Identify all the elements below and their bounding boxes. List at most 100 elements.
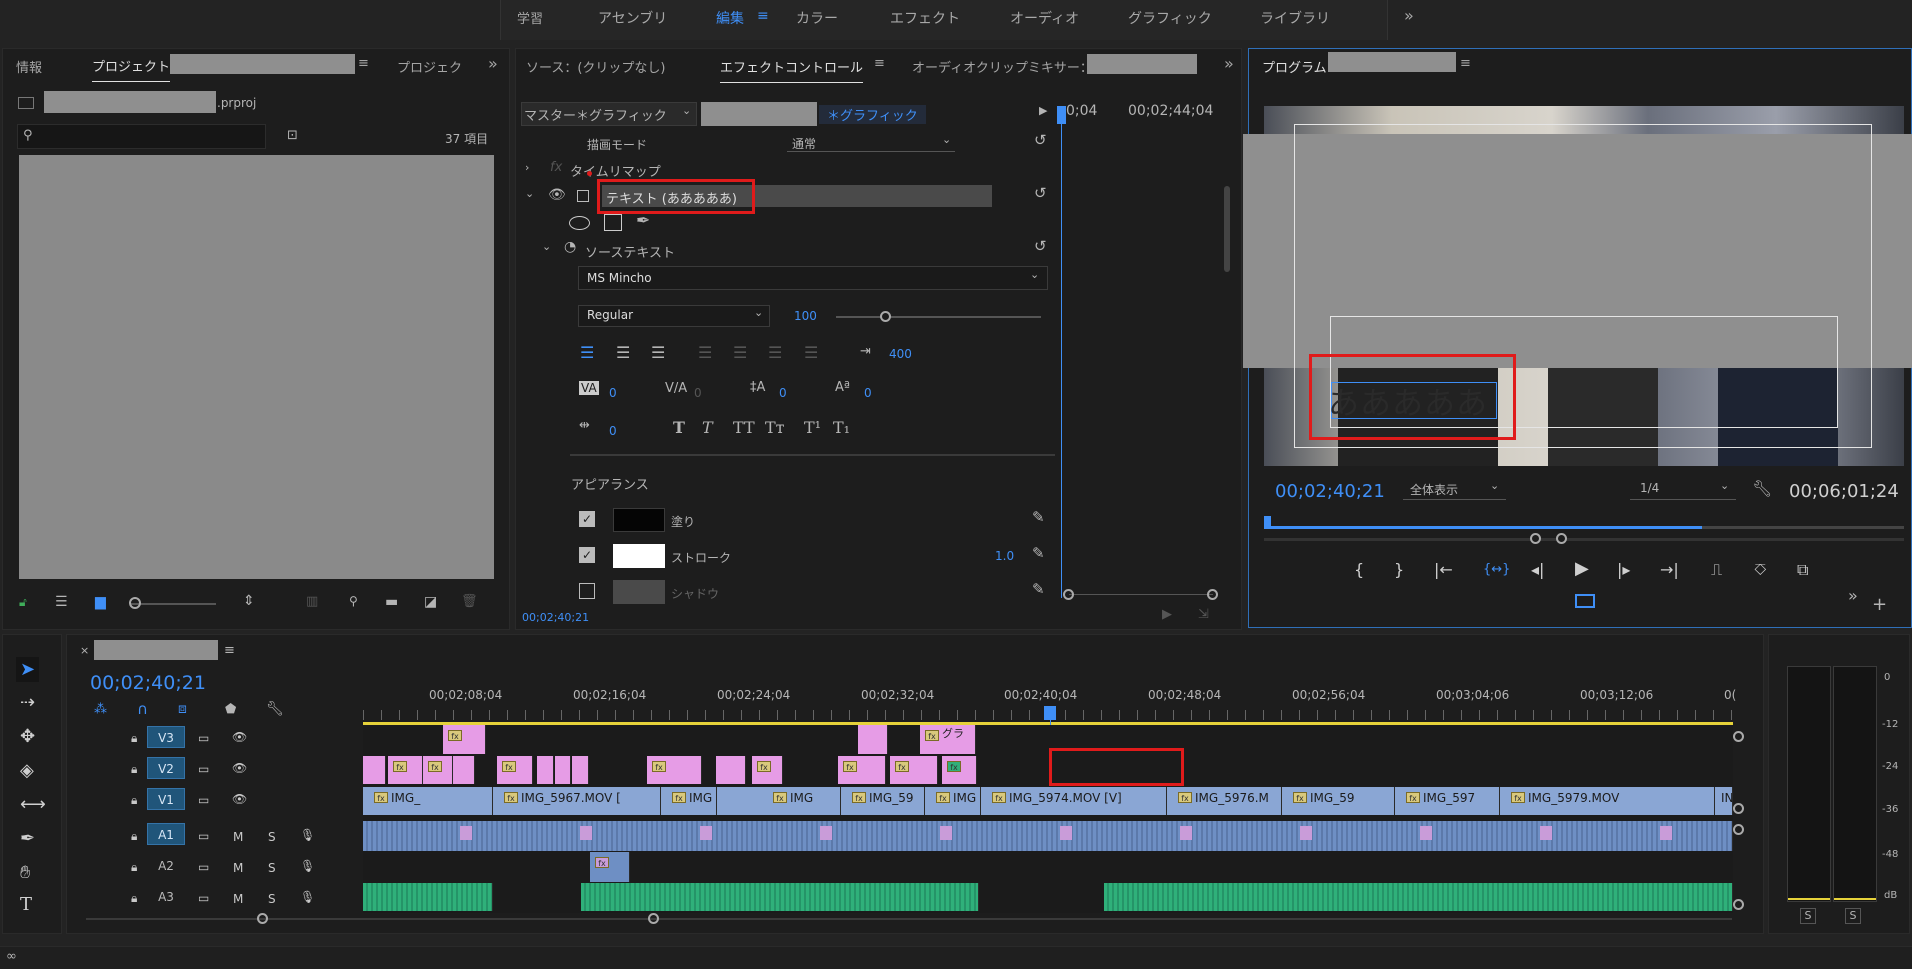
- lift-icon[interactable]: {↔}: [1483, 562, 1510, 577]
- mute-button[interactable]: M: [233, 830, 243, 844]
- reset-icon[interactable]: ↺: [1034, 237, 1047, 255]
- more-controls-icon[interactable]: »: [1848, 586, 1858, 605]
- new-item-icon[interactable]: ◪: [424, 594, 437, 610]
- reset-icon[interactable]: ↺: [1034, 184, 1047, 202]
- stroke-width-value[interactable]: 1.0: [995, 549, 1014, 563]
- timeline-clip-v3[interactable]: fx: [443, 725, 486, 754]
- faux-italic-icon[interactable]: T: [702, 418, 713, 437]
- shadow-swatch[interactable]: [613, 580, 665, 604]
- workspace-tab-libraries[interactable]: ライブラリ: [1260, 8, 1330, 28]
- timeline-timecode[interactable]: 00;02;40;21: [90, 672, 206, 694]
- horizontal-scroll-handle-left[interactable]: [257, 913, 268, 924]
- timeline-clip-v2[interactable]: fx: [388, 756, 423, 784]
- safe-margins-icon[interactable]: [1575, 594, 1595, 608]
- timeline-clip-v1[interactable]: fx IMG_5976.M: [1167, 787, 1282, 815]
- font-size-value[interactable]: 100: [794, 309, 817, 323]
- eyedropper-icon[interactable]: ✎: [1032, 580, 1045, 598]
- lock-icon[interactable]: 🔒︎: [131, 731, 137, 746]
- track-target-a2[interactable]: A2: [147, 854, 185, 876]
- shadow-checkbox[interactable]: [579, 583, 595, 599]
- timeline-clip-v1[interactable]: fx IMG_59: [1282, 787, 1395, 815]
- timeline-clip-v2[interactable]: [537, 756, 554, 784]
- fill-checkbox[interactable]: ✓: [579, 511, 595, 527]
- timeline-audio-a3[interactable]: [1104, 883, 1733, 911]
- close-icon[interactable]: ×: [80, 644, 89, 657]
- justify-all-icon[interactable]: ☰: [804, 343, 818, 362]
- expand-icon[interactable]: ›: [525, 161, 529, 174]
- timeline-clip-v2[interactable]: [555, 756, 571, 784]
- microphone-icon[interactable]: 🎙︎: [300, 890, 315, 904]
- step-forward-icon[interactable]: |▸: [1617, 560, 1630, 579]
- timeline-clip-v1[interactable]: fx IMG_597: [1395, 787, 1500, 815]
- tsume-value[interactable]: 0: [694, 386, 702, 400]
- panel-menu-icon-tl[interactable]: ≡: [224, 643, 235, 658]
- lock-icon[interactable]: 🔒︎: [131, 860, 137, 875]
- mute-button[interactable]: M: [233, 892, 243, 906]
- track-target-a1[interactable]: A1: [147, 823, 185, 845]
- lock-icon[interactable]: 🔒︎: [131, 762, 137, 777]
- linked-selection-icon[interactable]: ⧈: [178, 701, 187, 717]
- timeline-audio-a2[interactable]: fx: [590, 852, 630, 882]
- track-target-a3[interactable]: A3: [147, 885, 185, 907]
- eye-icon[interactable]: 👁︎: [232, 761, 247, 775]
- eyedropper-icon[interactable]: ✎: [1032, 508, 1045, 526]
- stopwatch-icon[interactable]: ◔: [564, 239, 576, 255]
- align-center-icon[interactable]: ☰: [616, 343, 630, 362]
- program-timecode-current[interactable]: 00;02;40;21: [1275, 481, 1385, 502]
- mark-in-icon[interactable]: {: [1354, 560, 1364, 579]
- eye-icon[interactable]: 👁︎: [232, 792, 247, 806]
- track-scroll-handle[interactable]: [1733, 731, 1744, 742]
- reset-icon[interactable]: ↺: [1034, 131, 1047, 149]
- find-icon[interactable]: ⚲: [349, 594, 358, 608]
- timeline-clip-v2[interactable]: [716, 756, 746, 784]
- nest-icon[interactable]: ⁂: [94, 702, 107, 717]
- mark-out-icon[interactable]: }: [1394, 560, 1404, 579]
- solo-right-button[interactable]: S: [1845, 908, 1861, 924]
- ec-scroll-handle-right[interactable]: [1207, 589, 1218, 600]
- timeline-clip-v3[interactable]: [858, 725, 888, 754]
- zoom-bar[interactable]: [1264, 538, 1904, 541]
- rectangle-tool-icon[interactable]: [604, 214, 622, 231]
- pen-tool-icon[interactable]: ✒︎: [636, 211, 650, 231]
- pen-tool-icon[interactable]: ✒︎: [20, 828, 35, 849]
- timeline-clip-v2[interactable]: fx: [752, 756, 783, 784]
- track-scroll-handle[interactable]: [1733, 824, 1744, 835]
- more-tabs-icon-ec[interactable]: »: [1224, 54, 1234, 73]
- razor-tool-icon[interactable]: ◈: [20, 760, 34, 781]
- zoom-handle-left[interactable]: [1530, 533, 1541, 544]
- baseline-value[interactable]: 0: [864, 386, 872, 400]
- timeline-clip-v1[interactable]: fx IMG_: [363, 787, 493, 815]
- workspace-tab-editing[interactable]: 編集: [716, 8, 744, 28]
- ec-scroll-track[interactable]: [1069, 594, 1213, 595]
- panel-menu-icon-pm[interactable]: ≡: [1460, 56, 1471, 71]
- align-right-icon[interactable]: ☰: [651, 343, 665, 362]
- ec-playhead-marker[interactable]: [1057, 106, 1066, 124]
- timeline-clip-v2[interactable]: fx: [890, 756, 938, 784]
- automate-icon[interactable]: ▥: [306, 594, 318, 609]
- subscript-icon[interactable]: T₁: [833, 418, 850, 437]
- program-playhead[interactable]: [1264, 516, 1271, 528]
- workspace-tab-graphics[interactable]: グラフィック: [1128, 8, 1212, 28]
- timeline-clip-v1[interactable]: fx IMG: [925, 787, 981, 815]
- all-caps-icon[interactable]: TT: [733, 418, 755, 437]
- track-target-v3[interactable]: V3: [147, 726, 185, 748]
- sync-lock-icon[interactable]: ▭: [198, 860, 209, 874]
- tab-info[interactable]: 情報: [16, 57, 42, 76]
- new-bin-bottom-icon[interactable]: ▬: [385, 594, 398, 610]
- hand-tool-icon[interactable]: ✋︎: [20, 862, 30, 883]
- lock-icon[interactable]: 🔒︎: [131, 793, 137, 808]
- step-back-icon[interactable]: ◂|: [1531, 560, 1544, 579]
- zoom-handle-right[interactable]: [1556, 533, 1567, 544]
- ec-vertical-scrollbar[interactable]: [1224, 186, 1230, 272]
- eyedropper-icon[interactable]: ✎: [1032, 544, 1045, 562]
- microphone-icon[interactable]: 🎙︎: [300, 828, 315, 842]
- sync-lock-icon[interactable]: ▭: [198, 891, 209, 905]
- lock-icon[interactable]: 🔓︎: [19, 595, 27, 610]
- workspace-menu-icon[interactable]: ≡: [757, 8, 769, 24]
- timeline-clip-v1[interactable]: fx IMG_5979.MOV: [1500, 787, 1715, 815]
- superscript-icon[interactable]: T¹: [804, 418, 821, 437]
- project-search-input[interactable]: [17, 124, 266, 149]
- timeline-clip-v1[interactable]: fx IMG_5974.MOV [V]: [981, 787, 1167, 815]
- tsume2-value[interactable]: 0: [609, 424, 617, 438]
- add-button-icon[interactable]: +: [1872, 594, 1887, 615]
